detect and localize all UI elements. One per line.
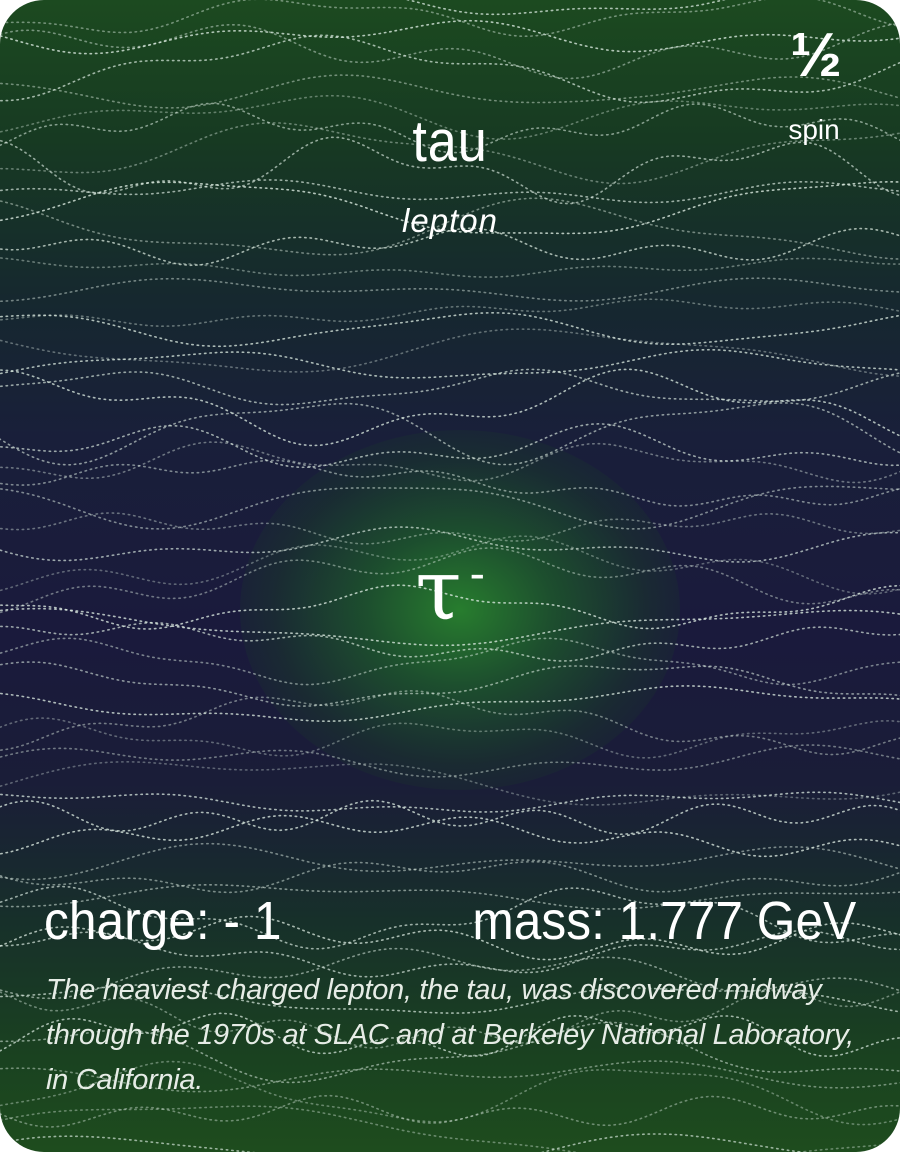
wave-line: [0, 760, 900, 806]
particle-description: The heaviest charged lepton, the tau, wa…: [46, 974, 854, 1096]
wave-line: [0, 348, 900, 379]
wave-line: [405, 0, 727, 16]
mass-value: mass: 1.777 GeV: [472, 891, 856, 951]
wave-line: [0, 368, 900, 447]
wave-line: [0, 441, 900, 484]
wave-line: [0, 277, 900, 303]
wave-line: [0, 311, 900, 348]
wave-line: [0, 860, 900, 894]
wave-line: [0, 842, 900, 881]
wave-line: [0, 744, 900, 778]
symbol-letter: τ: [415, 541, 462, 639]
wave-line: [0, 637, 900, 686]
wave-line: [0, 74, 900, 109]
wave-line: [0, 814, 900, 858]
wave-line: [0, 512, 900, 545]
wave-line: [0, 1133, 807, 1152]
wave-line: [0, 0, 900, 37]
wave-line: [0, 791, 900, 813]
spin-value: ½: [790, 21, 842, 90]
wave-line: [0, 485, 900, 530]
wave-line: [0, 717, 900, 759]
particle-symbol: τ-: [0, 548, 900, 632]
particle-family: lepton: [402, 202, 498, 239]
particle-name: tau: [412, 109, 488, 174]
wave-line: [0, 19, 900, 55]
wave-line: [0, 298, 900, 328]
charge-value: charge: - 1: [44, 891, 282, 951]
wave-line: [0, 1105, 900, 1152]
wave-line: [0, 179, 900, 204]
wave-line: [0, 368, 900, 406]
wave-line: [0, 34, 900, 104]
wave-line: [0, 257, 900, 278]
wave-line: [0, 661, 900, 707]
symbol-superscript: -: [469, 547, 485, 599]
wave-line: [0, 799, 900, 836]
wave-line: [0, 402, 900, 466]
wave-line: [0, 689, 900, 756]
particle-card: ½ spin tau lepton τ- charge: - 1 mass: 1…: [0, 0, 900, 1152]
wave-line: [0, 685, 900, 723]
